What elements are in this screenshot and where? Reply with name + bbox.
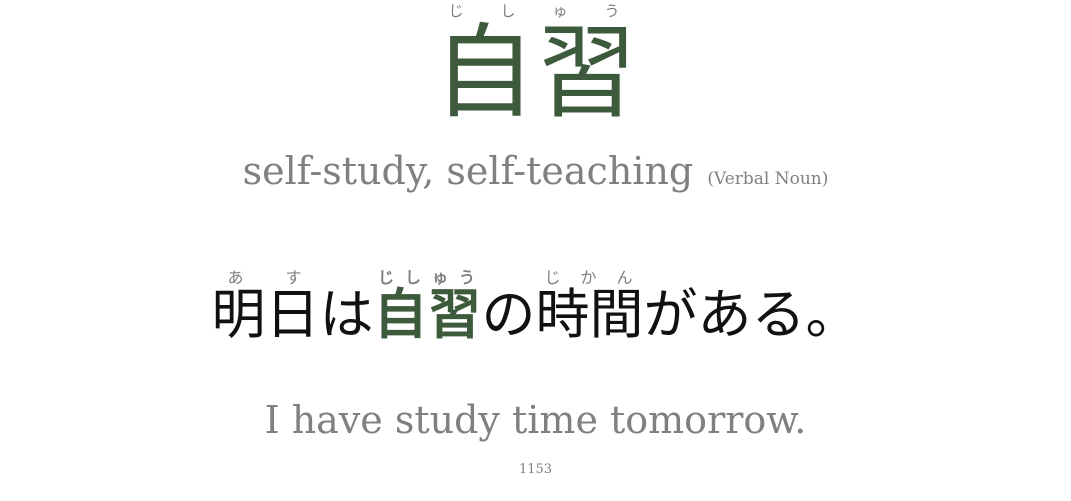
sentence-segment-reading: あす [211,268,320,287]
card-number: 1153 [518,462,553,477]
sentence-segment: がある。 [643,283,860,346]
sentence-translation: I have study time tomorrow. [264,398,807,442]
vocab-meaning-line: self-study, self-teaching (Verbal Noun) [0,149,1071,193]
sentence-segment-reading: じしゅう [373,268,482,287]
part-of-speech: (Verbal Noun) [707,169,829,189]
vocab-meaning: self-study, self-teaching [242,149,694,193]
sentence-segment-text: 明日 [211,283,320,346]
sentence-segment-reading: じかん [535,268,644,287]
vocab-headword-block: 自習じしゅう [0,2,1071,125]
sentence-segment: の [481,283,536,346]
sentence-segment: 時間じかん [535,268,644,346]
vocab-reading: じしゅう [433,2,638,20]
sentence-segment-text: 自習 [373,282,482,346]
sentence-segment: は [319,283,374,346]
vocab-word: 自習じしゅう [433,2,638,133]
example-sentence: 明日あすは自習じしゅうの時間じかんがある。 [0,268,1071,344]
sentence-segment: 明日あす [211,268,320,346]
sentence-segment-text: 時間 [535,283,644,346]
sentence-target-word: 自習じしゅう [373,268,482,346]
flashcard: 自習じしゅう self-study, self-teaching (Verbal… [0,0,1071,501]
